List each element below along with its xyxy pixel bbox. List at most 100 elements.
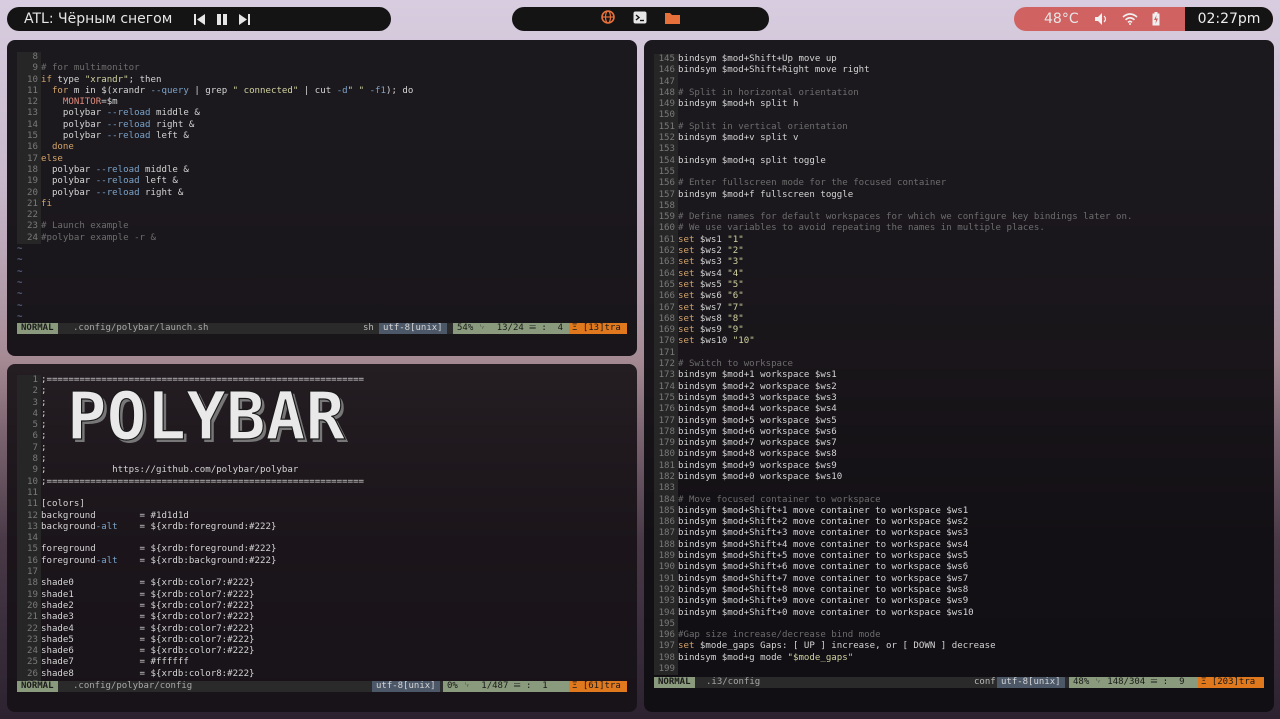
file-path: .i3/config	[706, 677, 761, 687]
line-text: ;	[41, 420, 47, 431]
line-number: 160	[654, 223, 678, 235]
code-line: 8;	[17, 454, 627, 466]
code-line: 16 foreground-alt = ${xrdb:background:#22…	[17, 555, 627, 568]
code-line: 12 MONITOR=$m	[17, 97, 627, 109]
line-number: 19	[17, 176, 41, 188]
line-number: 188	[654, 539, 678, 552]
code-line: 11 [colors]	[17, 499, 627, 511]
line-number: 179	[654, 438, 678, 450]
code-line: 186 bindsym $mod+Shift+2 move container t…	[654, 517, 1264, 529]
line-number: 181	[654, 460, 678, 472]
code-line: 13 background-alt = ${xrdb:foreground:#22…	[17, 521, 627, 534]
trailing-whitespace-warning: Ξ [13]tra	[569, 323, 627, 334]
line-text: shade2 = ${xrdb:color7:#222}	[41, 600, 255, 611]
line-number: 186	[654, 517, 678, 529]
line-number: 12	[17, 97, 41, 109]
code-line: 179 bindsym $mod+7 workspace $ws7	[654, 438, 1264, 450]
line-text: bindsym $mod+v split v	[678, 133, 799, 144]
line-text: bindsym $mod+Shift+8 move container to w…	[678, 584, 969, 595]
code-line: 173 bindsym $mod+1 workspace $ws1	[654, 370, 1264, 382]
music-widget: ATL: Чёрным снегом	[7, 7, 391, 31]
line-number: 147	[654, 76, 678, 88]
line-number: 23	[17, 221, 41, 233]
file-encoding: utf-8[unix]	[372, 681, 440, 692]
battery-charging-icon	[1152, 12, 1160, 26]
line-text: #polybar example -r &	[41, 232, 156, 243]
wifi-icon[interactable]	[1122, 13, 1138, 25]
line-text: # Define names for default workspaces fo…	[678, 212, 1133, 223]
editor-launch-sh[interactable]: 8 9 # for multimonitor 10 if type "xrandr"; …	[7, 40, 637, 356]
line-number: 184	[654, 494, 678, 506]
code-area[interactable]: 8 9 # for multimonitor 10 if type "xrandr"; …	[17, 52, 627, 323]
line-text: shade3 = ${xrdb:color7:#222}	[41, 612, 255, 623]
line-number: 26	[17, 668, 41, 681]
line-number: 157	[654, 189, 678, 201]
line-text: background = #1d1d1d	[41, 510, 189, 521]
line-text: shade8 = ${xrdb:color8:#222}	[41, 668, 255, 679]
code-line: 18 shade0 = ${xrdb:color7:#222}	[17, 578, 627, 590]
line-number: 16	[17, 142, 41, 154]
code-line: 23 # Launch example	[17, 221, 627, 233]
line-text: bindsym $mod+4 workspace $ws4	[678, 404, 837, 415]
line-text: bindsym $mod+Shift+1 move container to w…	[678, 505, 969, 516]
line-text: # Switch to workspace	[678, 359, 793, 370]
line-number: 167	[654, 302, 678, 314]
line-text: bindsym $mod+Shift+4 move container to w…	[678, 539, 969, 550]
line-number: 14	[17, 533, 41, 545]
line-number: 150	[654, 110, 678, 122]
line-text: ;=======================================…	[41, 476, 365, 487]
code-area[interactable]: 145 bindsym $mod+Shift+Up move up 146 binds…	[654, 54, 1264, 676]
line-number: 182	[654, 471, 678, 484]
volume-icon[interactable]	[1094, 13, 1108, 25]
line-number: 159	[654, 212, 678, 224]
line-number: 156	[654, 178, 678, 190]
line-number: 183	[654, 483, 678, 495]
editor-i3-config[interactable]: 145 bindsym $mod+Shift+Up move up 146 binds…	[644, 40, 1274, 712]
code-line: 149 bindsym $mod+h split h	[654, 99, 1264, 111]
line-number: 15	[17, 131, 41, 143]
line-text: bindsym $mod+2 workspace $ws2	[678, 381, 837, 392]
folder-icon[interactable]	[665, 11, 680, 28]
code-line: 184 # Move focused container to workspace	[654, 494, 1264, 506]
line-number: 176	[654, 404, 678, 416]
line-number: 23	[17, 634, 41, 647]
terminal-icon[interactable]	[633, 11, 647, 28]
empty-buffer-line: ~	[17, 244, 23, 255]
system-tray: 48°C 02:27pm	[1014, 7, 1273, 31]
code-line: 11	[17, 487, 627, 500]
line-number: 17	[17, 567, 41, 579]
line-number: 4	[17, 408, 41, 421]
line-number: 148	[654, 87, 678, 100]
code-line: 163 set $ws3 "3"	[654, 257, 1264, 269]
line-text: ;	[41, 386, 47, 397]
code-line: 158	[654, 200, 1264, 213]
file-path: .config/polybar/config	[73, 681, 193, 691]
code-line: 21 fi	[17, 198, 627, 211]
empty-buffer-line: ~	[17, 289, 23, 300]
code-line: 16 done	[17, 142, 627, 154]
line-number: 6	[17, 431, 41, 443]
line-number: 11	[17, 85, 41, 98]
line-number: 11	[17, 499, 41, 511]
line-number: 191	[654, 573, 678, 585]
mode-indicator: NORMAL	[17, 323, 58, 334]
line-text: bindsym $mod+Shift+Up move up	[678, 54, 837, 64]
next-track-icon[interactable]	[238, 13, 251, 26]
code-line: 17 else	[17, 153, 627, 165]
line-number: 177	[654, 415, 678, 427]
line-text: set $ws7 "7"	[678, 302, 744, 313]
line-text: polybar --reload right &	[41, 187, 184, 198]
pause-icon[interactable]	[216, 13, 228, 26]
previous-track-icon[interactable]	[194, 13, 206, 26]
line-text: bindsym $mod+g mode "$mode_gaps"	[678, 652, 854, 663]
code-line: 175 bindsym $mod+3 workspace $ws3	[654, 392, 1264, 405]
mode-indicator: NORMAL	[654, 677, 695, 688]
line-number: 187	[654, 528, 678, 540]
line-text: shade0 = ${xrdb:color7:#222}	[41, 578, 255, 589]
line-text: foreground = ${xrdb:foreground:#222}	[41, 544, 277, 555]
code-line: 187 bindsym $mod+Shift+3 move container t…	[654, 528, 1264, 540]
globe-icon[interactable]	[601, 10, 615, 28]
line-text: ;	[41, 454, 47, 465]
line-number: 198	[654, 652, 678, 665]
code-line: 156 # Enter fullscreen mode for the focus…	[654, 178, 1264, 190]
